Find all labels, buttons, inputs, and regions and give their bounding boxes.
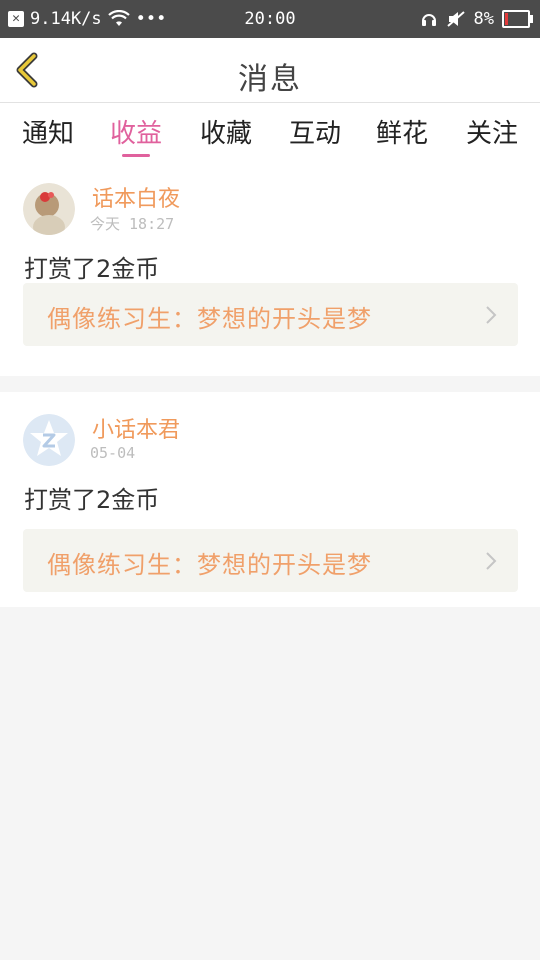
header: 消息 [0,38,540,103]
story-title: 偶像练习生：梦想的开头是梦 [47,551,372,579]
tab-label: 鲜花 [376,119,429,149]
tab-flowers[interactable]: 鲜花 [376,113,428,157]
tab-notifications[interactable]: 通知 [22,113,74,157]
tab-bar: 通知 收益 收藏 互动 鲜花 关注 [0,103,540,161]
tab-label: 关注 [466,119,519,149]
status-bar: ✕ 9.14K/s ••• 20:00 8% [0,0,540,38]
tab-label: 互动 [289,119,342,149]
tab-following[interactable]: 关注 [466,113,518,157]
avatar[interactable] [23,414,75,466]
mute-icon [446,11,465,27]
story-link[interactable]: 偶像练习生：梦想的开头是梦 [23,529,518,592]
tab-label: 收藏 [200,119,253,149]
chevron-right-icon [486,552,497,570]
timestamp: 05-04 [90,444,136,462]
avatar[interactable] [23,183,75,235]
chevron-right-icon [486,306,497,324]
battery-icon [502,10,533,28]
tab-label: 通知 [22,119,75,149]
tab-interactions[interactable]: 互动 [289,113,341,157]
message-text: 打赏了2金币 [24,255,160,283]
active-tab-indicator [122,154,150,157]
headphones-icon [421,14,436,26]
message-text: 打赏了2金币 [24,486,160,514]
message-card: 小话本君 05-04 打赏了2金币 偶像练习生：梦想的开头是梦 [0,392,540,607]
page-title: 消息 [238,62,302,97]
username[interactable]: 话本白夜 [92,181,180,213]
tab-label: 收益 [110,119,163,149]
tab-favorites[interactable]: 收藏 [200,113,252,157]
battery-percent: 8% [473,9,494,29]
message-card: 话本白夜 今天 18:27 打赏了2金币 偶像练习生：梦想的开头是梦 [0,161,540,376]
tab-earnings[interactable]: 收益 [110,113,162,157]
username[interactable]: 小话本君 [92,412,180,444]
story-link[interactable]: 偶像练习生：梦想的开头是梦 [23,283,518,346]
story-title: 偶像练习生：梦想的开头是梦 [47,305,372,333]
timestamp: 今天 18:27 [90,215,175,233]
